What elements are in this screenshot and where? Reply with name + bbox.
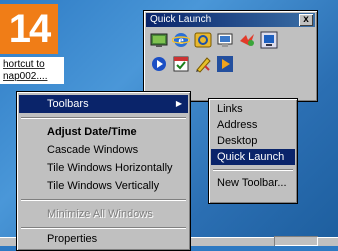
submenu-arrow-icon: ▶ bbox=[175, 99, 182, 108]
shortcut-label-line2: nap002.... bbox=[3, 71, 48, 82]
taskbar-context-menu: Toolbars ▶ Adjust Date/Time Cascade Wind… bbox=[16, 91, 191, 251]
svg-text:e: e bbox=[178, 33, 184, 47]
menu-item-tile-h-label: Tile Windows Horizontally bbox=[47, 162, 173, 174]
media-player-icon[interactable] bbox=[216, 31, 234, 49]
close-icon: x bbox=[303, 14, 309, 25]
menu-item-adjust-date-time[interactable]: Adjust Date/Time bbox=[19, 123, 188, 141]
menu-separator bbox=[213, 169, 293, 171]
menu-item-toolbars[interactable]: Toolbars ▶ bbox=[19, 95, 188, 113]
submenu-item-links[interactable]: Links bbox=[211, 101, 295, 117]
submenu-item-address-label: Address bbox=[217, 119, 258, 131]
submenu-item-new-toolbar[interactable]: New Toolbar... bbox=[211, 175, 295, 191]
menu-item-cascade-windows[interactable]: Cascade Windows bbox=[19, 141, 188, 159]
calendar-icon[interactable] bbox=[172, 55, 190, 73]
menu-separator bbox=[21, 117, 186, 119]
submenu-item-desktop-label: Desktop bbox=[217, 135, 258, 147]
menu-separator bbox=[21, 227, 186, 229]
menu-item-tile-horizontally[interactable]: Tile Windows Horizontally bbox=[19, 159, 188, 177]
outlook-express-icon[interactable] bbox=[194, 31, 212, 49]
menu-item-adjust-date-time-label: Adjust Date/Time bbox=[47, 126, 137, 138]
close-button[interactable]: x bbox=[299, 14, 313, 26]
messenger-icon[interactable] bbox=[238, 31, 256, 49]
desktop-shortcut-label[interactable]: hortcut to nap002.... bbox=[0, 57, 64, 84]
pen-tool-icon[interactable] bbox=[194, 55, 212, 73]
submenu-item-quick-launch-label: Quick Launch bbox=[217, 151, 285, 163]
menu-item-toolbars-label: Toolbars bbox=[47, 98, 89, 110]
quick-launch-title: Quick Launch bbox=[150, 14, 212, 25]
menu-item-minimize-all-label: Minimize All Windows bbox=[47, 208, 153, 220]
menu-item-cascade-label: Cascade Windows bbox=[47, 144, 139, 156]
menu-item-tile-vertically[interactable]: Tile Windows Vertically bbox=[19, 177, 188, 195]
submenu-item-new-toolbar-label: New Toolbar... bbox=[217, 177, 287, 189]
internet-explorer-icon[interactable]: e bbox=[172, 31, 190, 49]
menu-item-properties-label: Properties bbox=[47, 233, 98, 245]
winamp-icon[interactable] bbox=[216, 55, 234, 73]
submenu-item-links-label: Links bbox=[217, 103, 243, 115]
realplayer-icon[interactable] bbox=[150, 55, 168, 73]
shortcut-label-line1: hortcut to bbox=[3, 59, 45, 70]
toolbars-submenu: Links Address Desktop Quick Launch New T… bbox=[208, 98, 298, 204]
submenu-item-address[interactable]: Address bbox=[211, 117, 295, 133]
menu-separator bbox=[21, 199, 186, 201]
show-desktop-icon[interactable] bbox=[150, 31, 168, 49]
quick-launch-title-bar[interactable]: Quick Launch x bbox=[146, 13, 315, 27]
menu-item-properties[interactable]: Properties bbox=[19, 230, 188, 248]
quick-launch-toolbar-window[interactable]: Quick Launch x e bbox=[143, 10, 318, 102]
menu-item-minimize-all[interactable]: Minimize All Windows bbox=[19, 205, 188, 223]
submenu-item-quick-launch[interactable]: Quick Launch bbox=[211, 149, 295, 165]
step-number-badge: 14 bbox=[0, 4, 58, 54]
system-tray[interactable] bbox=[274, 236, 318, 246]
submenu-item-desktop[interactable]: Desktop bbox=[211, 133, 295, 149]
view-channels-icon[interactable] bbox=[260, 31, 278, 49]
menu-item-tile-v-label: Tile Windows Vertically bbox=[47, 180, 160, 192]
